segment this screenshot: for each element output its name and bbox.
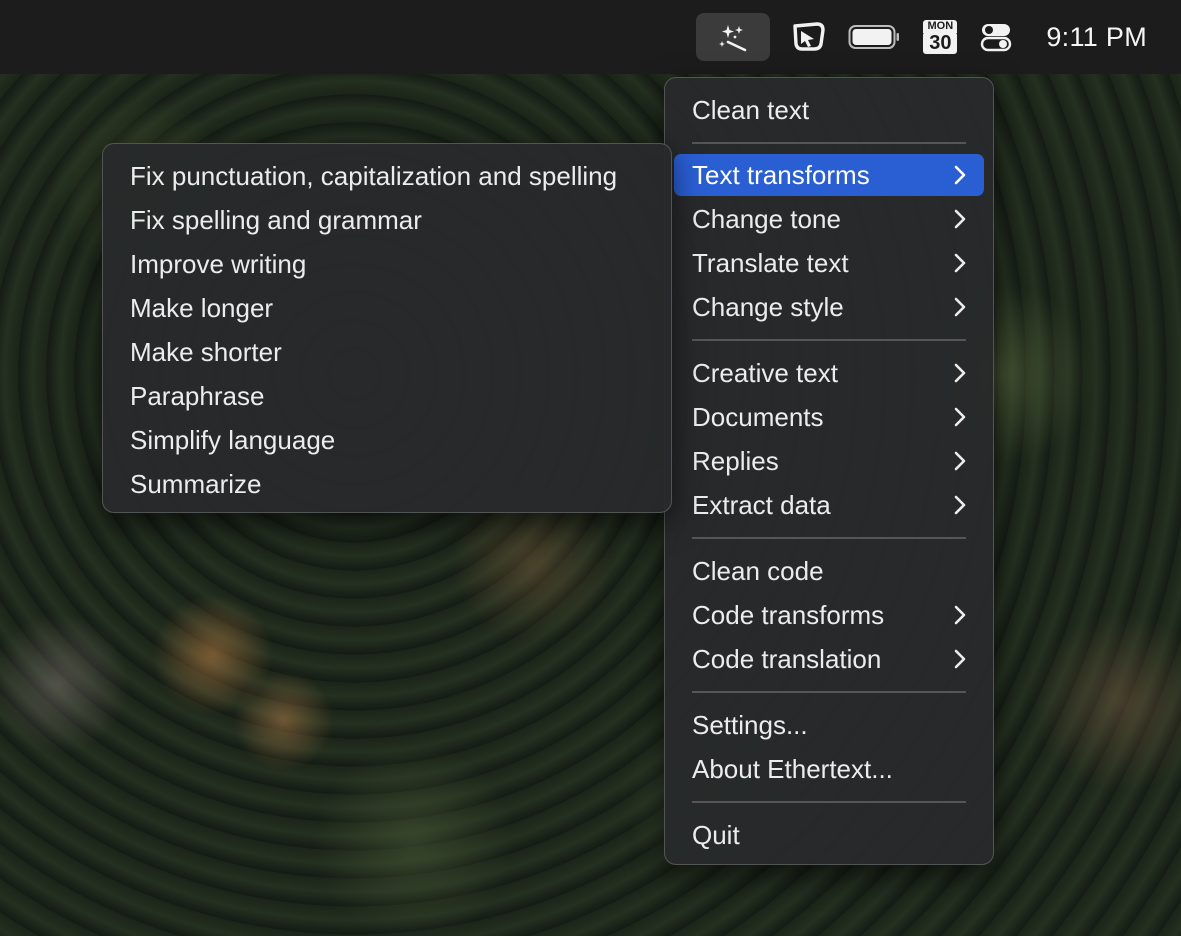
menu-item-label: Change tone: [692, 204, 841, 234]
menu-item-code-translation[interactable]: Code translation: [674, 637, 984, 681]
menu-item-label: Code translation: [692, 644, 882, 674]
submenu-item-fix-punctuation[interactable]: Fix punctuation, capitalization and spel…: [112, 154, 662, 198]
menu-item-change-style[interactable]: Change style: [674, 285, 984, 329]
text-transforms-submenu: Fix punctuation, capitalization and spel…: [102, 143, 672, 513]
shield-cursor-icon[interactable]: [792, 13, 826, 61]
chevron-right-icon: [954, 351, 966, 395]
menu-item-settings[interactable]: Settings...: [674, 703, 984, 747]
menu-item-label: Change style: [692, 292, 844, 322]
menu-item-creative-text[interactable]: Creative text: [674, 351, 984, 395]
menu-item-documents[interactable]: Documents: [674, 395, 984, 439]
chevron-right-icon: [954, 637, 966, 681]
menu-separator: [692, 339, 966, 341]
menu-item-about[interactable]: About Ethertext...: [674, 747, 984, 791]
menu-separator: [692, 537, 966, 539]
menu-item-label: Quit: [692, 820, 740, 850]
calendar-icon[interactable]: MON 30: [922, 13, 958, 61]
menu-item-label: Clean text: [692, 95, 810, 125]
menu-item-label: About Ethertext...: [692, 754, 893, 784]
menu-item-code-transforms[interactable]: Code transforms: [674, 593, 984, 637]
submenu-item-make-longer[interactable]: Make longer: [112, 286, 662, 330]
control-center-icon[interactable]: [980, 13, 1012, 61]
menu-item-label: Summarize: [130, 469, 262, 499]
menu-separator: [692, 142, 966, 144]
calendar-day: MON: [927, 20, 954, 32]
menu-item-label: Clean code: [692, 556, 824, 586]
chevron-right-icon: [954, 593, 966, 637]
menu-item-label: Improve writing: [130, 249, 307, 279]
submenu-item-fix-spelling-grammar[interactable]: Fix spelling and grammar: [112, 198, 662, 242]
menu-item-label: Simplify language: [130, 425, 336, 455]
menu-item-label: Settings...: [692, 710, 808, 740]
menu-item-translate-text[interactable]: Translate text: [674, 241, 984, 285]
menubar-clock[interactable]: 9:11 PM: [1046, 22, 1147, 53]
menu-item-label: Fix spelling and grammar: [130, 205, 422, 235]
chevron-right-icon: [954, 241, 966, 285]
submenu-item-paraphrase[interactable]: Paraphrase: [112, 374, 662, 418]
menu-item-label: Code transforms: [692, 600, 885, 630]
menu-item-label: Text transforms: [692, 160, 870, 190]
menu-item-label: Make longer: [130, 293, 274, 323]
submenu-item-improve-writing[interactable]: Improve writing: [112, 242, 662, 286]
menu-item-quit[interactable]: Quit: [674, 813, 984, 857]
menu-item-replies[interactable]: Replies: [674, 439, 984, 483]
menu-item-label: Make shorter: [130, 337, 282, 367]
menu-item-clean-code[interactable]: Clean code: [674, 549, 984, 593]
menu-bar: MON 30 9:11 PM: [0, 0, 1181, 74]
menu-item-label: Replies: [692, 446, 779, 476]
chevron-right-icon: [954, 154, 966, 196]
submenu-item-make-shorter[interactable]: Make shorter: [112, 330, 662, 374]
submenu-item-summarize[interactable]: Summarize: [112, 462, 662, 506]
ethertext-menu: Clean text Text transforms Change tone T…: [664, 77, 994, 865]
menu-item-extract-data[interactable]: Extract data: [674, 483, 984, 527]
menu-item-text-transforms[interactable]: Text transforms: [674, 154, 984, 196]
chevron-right-icon: [954, 197, 966, 241]
menu-item-label: Paraphrase: [130, 381, 265, 411]
menu-item-change-tone[interactable]: Change tone: [674, 197, 984, 241]
chevron-right-icon: [954, 439, 966, 483]
submenu-item-simplify-language[interactable]: Simplify language: [112, 418, 662, 462]
menu-item-label: Documents: [692, 402, 824, 432]
battery-icon[interactable]: [848, 13, 900, 61]
chevron-right-icon: [954, 483, 966, 527]
chevron-right-icon: [954, 285, 966, 329]
menu-separator: [692, 691, 966, 693]
menu-item-label: Extract data: [692, 490, 831, 520]
magic-wand-icon[interactable]: [696, 13, 771, 61]
calendar-date: 30: [923, 32, 958, 54]
menu-separator: [692, 801, 966, 803]
menu-item-clean-text[interactable]: Clean text: [674, 88, 984, 132]
menu-item-label: Translate text: [692, 248, 849, 278]
menu-item-label: Creative text: [692, 358, 838, 388]
chevron-right-icon: [954, 395, 966, 439]
menu-item-label: Fix punctuation, capitalization and spel…: [130, 161, 618, 191]
